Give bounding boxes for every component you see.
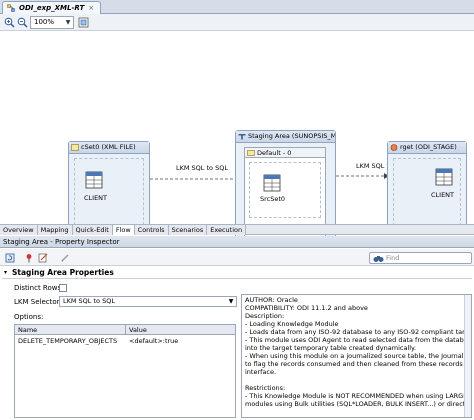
zoom-level-select[interactable]: 100% ▼ (30, 16, 74, 29)
option-value[interactable]: <default>:true (129, 336, 178, 346)
tab-flow[interactable]: Flow (112, 225, 135, 235)
description-line: modules using Bulk utilities (SQL*LOADER… (245, 400, 472, 408)
datastore-icon (263, 174, 281, 192)
source-set-node[interactable]: cSet0 (XML FILE) CLIENT (68, 141, 150, 235)
editor-tab-title: ODI_exp_XML-RT (19, 4, 85, 12)
find-placeholder: Find (386, 254, 400, 262)
source-set-icon (71, 144, 79, 151)
description-line: Restrictions: (245, 384, 286, 392)
description-line: - This module uses ODI Agent to read sel… (245, 336, 471, 344)
diagram-toolbar: 100% ▼ (0, 14, 474, 31)
description-line: Description: (245, 312, 285, 320)
staging-area-icon (238, 134, 246, 140)
description-line: - Loads data from any ISO-92 database to… (245, 328, 471, 336)
options-table[interactable]: Name Value DELETE_TEMPORARY_OBJECTS <def… (14, 324, 236, 418)
edit-icon (38, 253, 47, 262)
zoom-out-button[interactable] (16, 16, 29, 29)
pin-icon (26, 253, 31, 262)
column-header-name[interactable]: Name (18, 325, 37, 335)
fit-to-window-icon (78, 17, 89, 28)
collapse-icon[interactable]: ▾ (4, 267, 7, 279)
pin-button[interactable] (22, 251, 35, 264)
section-title: Staging Area Properties (12, 268, 114, 277)
staging-area-header: Staging Area (SUNOPSIS_ME (236, 131, 335, 143)
option-name[interactable]: DELETE_TEMPORARY_OBJECTS (18, 336, 117, 346)
staging-area-title: Staging Area (SUNOPSIS_ME (248, 132, 335, 140)
pencil-button[interactable] (58, 251, 71, 264)
table-row[interactable]: DELETE_TEMPORARY_OBJECTS <default>:true (15, 336, 235, 346)
description-line: COMPATIBILITY: ODI 11.1.2 and above (245, 304, 368, 312)
editor-view-tabs: Overview Mapping Quick-Edit Flow Control… (0, 224, 474, 235)
mapping-icon (7, 4, 15, 12)
description-line: into the target temporary table created … (245, 344, 417, 352)
binoculars-icon (373, 256, 384, 262)
distinct-rows-checkbox[interactable] (59, 284, 67, 292)
description-line: AUTHOR: Oracle (245, 296, 298, 304)
staging-datastore-label[interactable]: SrcSet0 (260, 195, 285, 203)
staging-area-properties-section[interactable]: ▾ Staging Area Properties (2, 267, 472, 279)
refresh-icon (5, 253, 14, 262)
edit-properties-button[interactable] (36, 251, 49, 264)
mapping-diagram-canvas[interactable]: cSet0 (XML FILE) CLIENT LKM SQL to SQL S… (0, 32, 474, 248)
property-inspector-title: Staging Area - Property Inspector (0, 236, 474, 248)
source-set-header: cSet0 (XML FILE) (69, 142, 149, 154)
lkm-selector-value: LKM SQL to SQL (63, 297, 115, 305)
description-scrollbar[interactable] (464, 295, 471, 417)
tab-quick-edit[interactable]: Quick-Edit (72, 225, 113, 235)
target-datastore-label[interactable]: CLIENT (431, 191, 454, 199)
datastore-icon (85, 171, 103, 189)
column-divider (125, 325, 126, 335)
default-set-body: SrcSet0 (249, 162, 321, 218)
zoom-level-value: 100% (34, 18, 55, 26)
find-input[interactable]: Find (369, 252, 472, 264)
default-set-title: Default - 0 (257, 149, 292, 157)
chevron-down-icon: ▼ (65, 19, 71, 26)
tab-overview[interactable]: Overview (0, 225, 38, 235)
options-table-header: Name Value (15, 325, 235, 335)
editor-tab-bar: ODI_exp_XML-RT × (0, 0, 474, 14)
source-set-body: CLIENT (74, 158, 144, 230)
description-line: - Loading Knowledge Module (245, 320, 339, 328)
lkm-link-label-left[interactable]: LKM SQL to SQL (176, 164, 228, 172)
lkm-selector-dropdown[interactable]: LKM SQL to SQL ▼ (59, 296, 237, 307)
close-icon[interactable]: × (88, 2, 94, 14)
description-line: - When using this module on a journalize… (245, 352, 472, 360)
refresh-button[interactable] (3, 251, 16, 264)
distinct-rows-label: Distinct Rows: (14, 284, 64, 292)
target-icon (390, 144, 398, 151)
tab-mapping[interactable]: Mapping (37, 225, 73, 235)
chevron-down-icon: ▼ (228, 298, 234, 305)
target-title: rget (ODI_STAGE) (400, 143, 457, 151)
tab-scenarios[interactable]: Scenarios (168, 225, 208, 235)
options-label: Options: (14, 313, 44, 321)
description-line: to flag the records consumed and then cl… (245, 360, 471, 368)
editor-tab-mapping[interactable]: ODI_exp_XML-RT × (2, 1, 102, 14)
default-set-header: Default - 0 (245, 148, 325, 158)
dataset-icon (247, 150, 255, 156)
zoom-out-icon (17, 17, 28, 28)
target-header: rget (ODI_STAGE) (388, 142, 466, 154)
column-header-value[interactable]: Value (129, 325, 147, 335)
lkm-description-panel[interactable]: AUTHOR: Oracle COMPATIBILITY: ODI 11.1.2… (241, 294, 472, 418)
zoom-in-icon (4, 17, 15, 28)
source-datastore-label[interactable]: CLIENT (84, 194, 107, 202)
lkm-selector-label: LKM Selector: (14, 298, 62, 306)
pencil-icon (60, 254, 68, 262)
tab-execution[interactable]: Execution (207, 225, 247, 235)
source-set-title: cSet0 (XML FILE) (81, 143, 136, 151)
tab-controls[interactable]: Controls (134, 225, 169, 235)
description-line: - This Knowledge Module is NOT RECOMMEND… (245, 392, 471, 400)
datastore-icon (435, 168, 453, 186)
fit-to-window-button[interactable] (77, 16, 90, 29)
target-node[interactable]: rget (ODI_STAGE) CLIENT (387, 141, 467, 231)
zoom-in-button[interactable] (3, 16, 16, 29)
description-line: interface. (245, 368, 277, 376)
target-body: CLIENT (393, 158, 461, 226)
